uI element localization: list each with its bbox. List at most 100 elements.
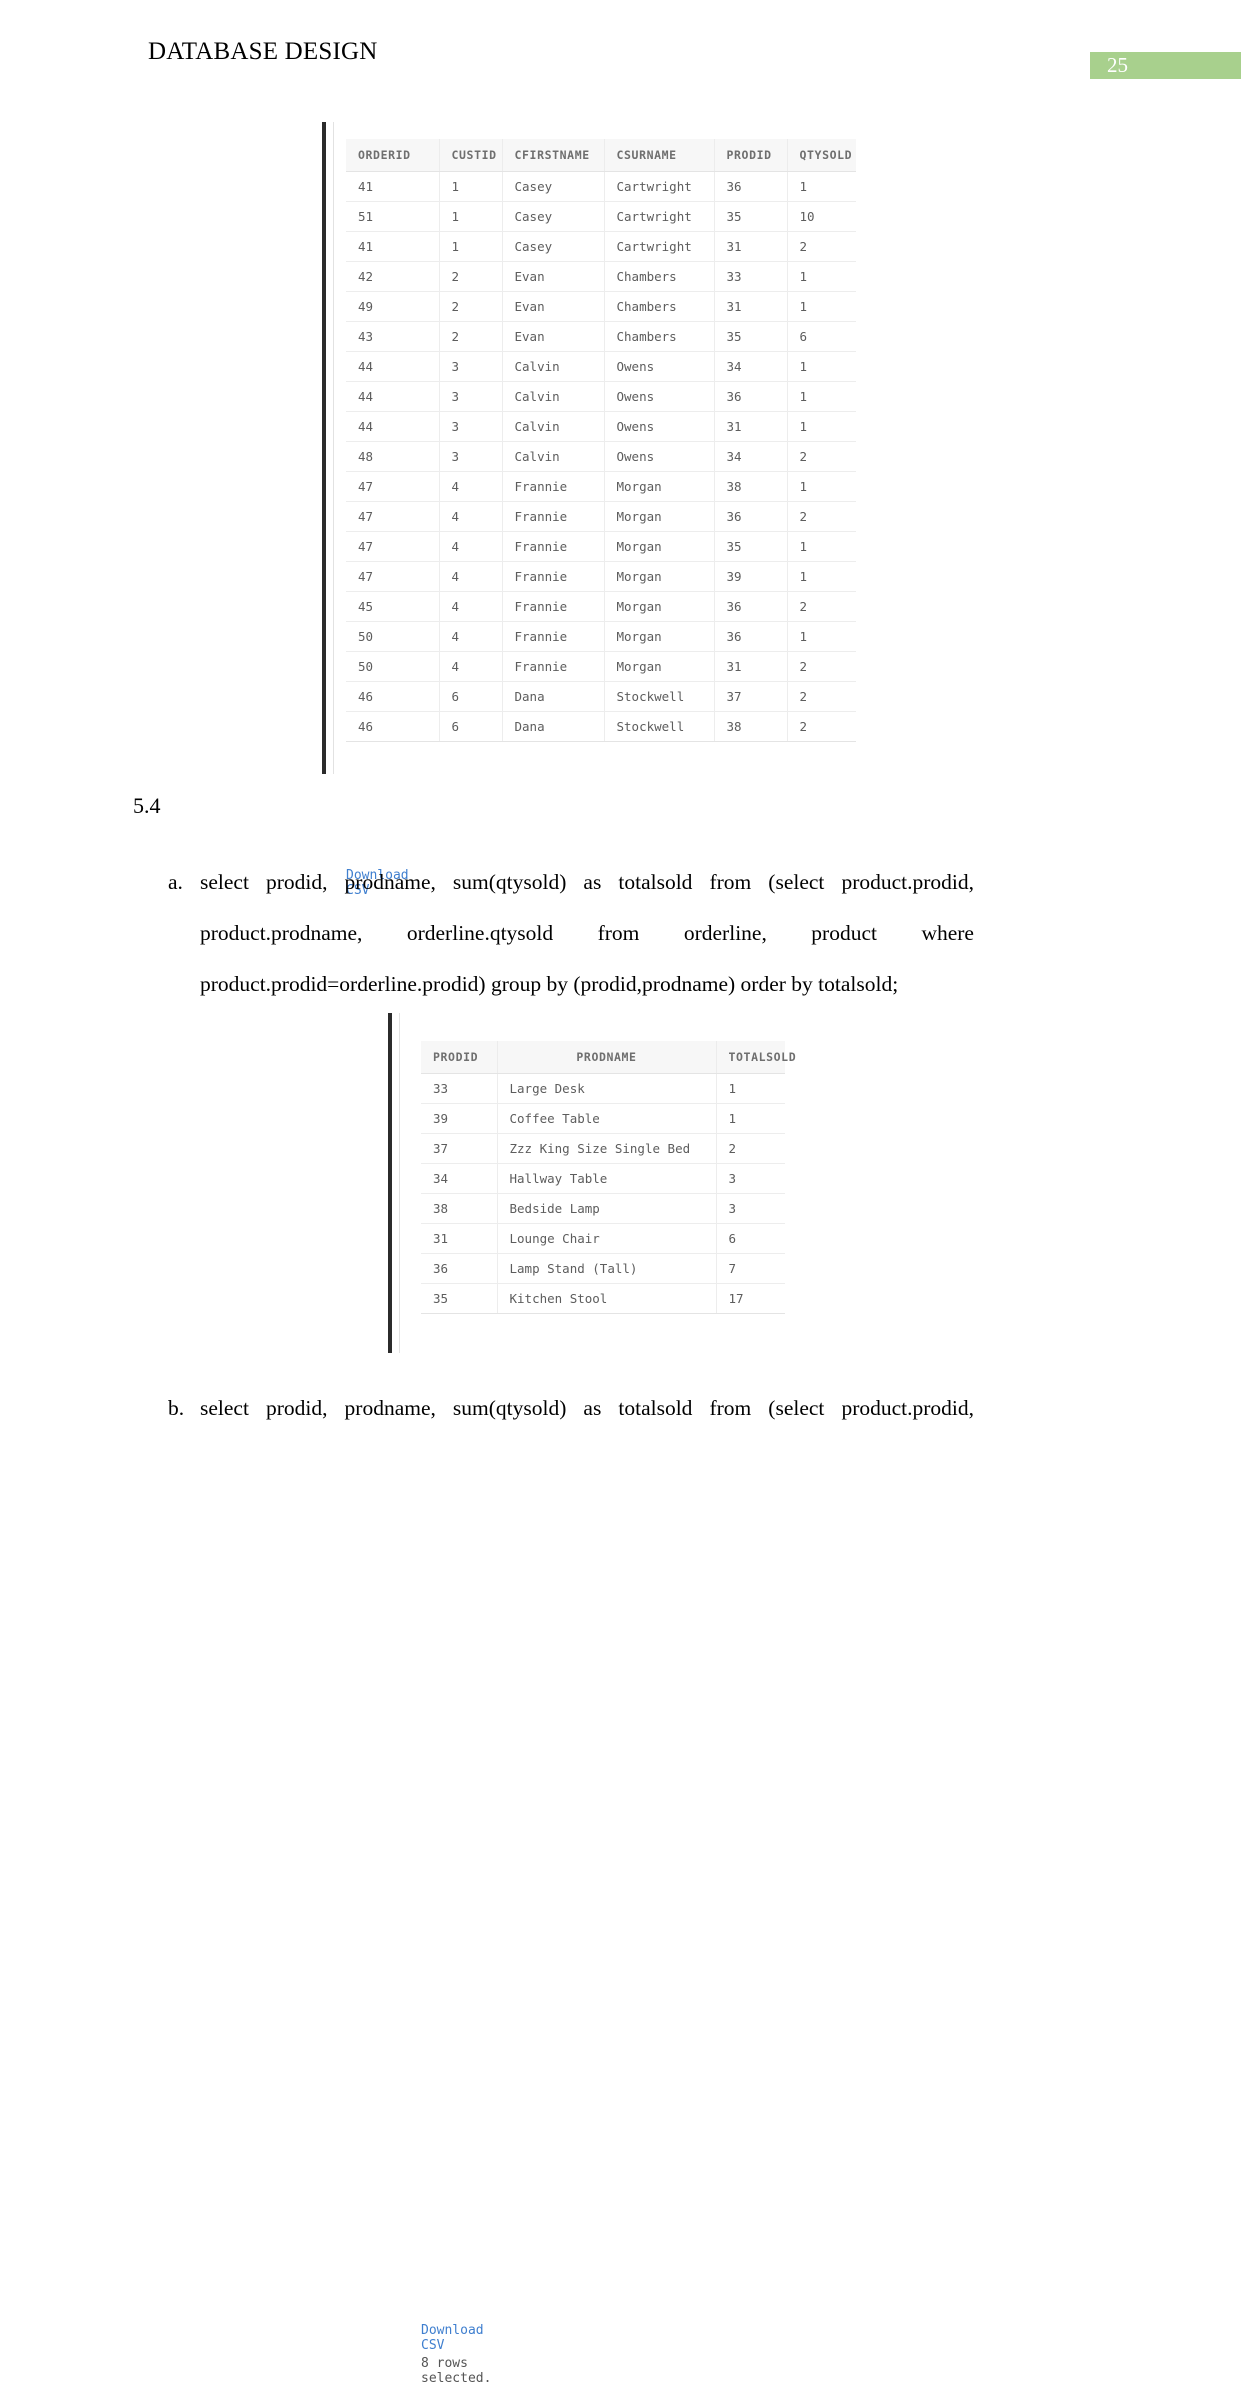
orderline_result-cell: Morgan (604, 591, 715, 622)
orderline_result-cell: Frannie (502, 501, 605, 532)
table-row[interactable]: 36 Lamp Stand (Tall) 7 (421, 1253, 785, 1284)
orderline_result-cell: Frannie (502, 471, 605, 502)
table-row[interactable]: 43 2 Evan Chambers 35 6 (346, 321, 856, 352)
table-row[interactable]: 31 Lounge Chair 6 (421, 1223, 785, 1254)
product_result-cell: 39 (421, 1103, 498, 1134)
query-a-word: where (921, 921, 974, 945)
table-row[interactable]: 37 Zzz King Size Single Bed 2 (421, 1133, 785, 1164)
product_result-cell: Kitchen Stool (497, 1283, 717, 1314)
orderline_result-cell: Calvin (502, 351, 605, 382)
table-row[interactable]: 35 Kitchen Stool 17 (421, 1283, 785, 1314)
column-header-prodname[interactable]: PRODNAME (497, 1041, 717, 1074)
orderline_result-cell: Owens (604, 411, 715, 442)
product_result-cell: 1 (716, 1103, 785, 1134)
table-row[interactable]: 34 Hallway Table 3 (421, 1163, 785, 1194)
column-header-csurname[interactable]: CSURNAME (604, 139, 715, 172)
product_result-cell: 36 (421, 1253, 498, 1284)
orderline_result-cell: Frannie (502, 651, 605, 682)
product-result-table: PRODID PRODNAME TOTALSOLD 33 Large Desk 1 3… (421, 1041, 796, 1314)
column-header-prodid[interactable]: PRODID (421, 1041, 498, 1074)
product_result-cell: 37 (421, 1133, 498, 1164)
orderline_result-cell: Chambers (604, 291, 715, 322)
product_result-cell: Lounge Chair (497, 1223, 717, 1254)
table-row[interactable]: 44 3 Calvin Owens 31 1 (346, 411, 856, 442)
product_result-cell: 2 (716, 1133, 785, 1164)
orderline_result-cell: 2 (787, 711, 856, 742)
table-row[interactable]: 44 3 Calvin Owens 36 1 (346, 381, 856, 412)
orderline_result-cell: Stockwell (604, 681, 715, 712)
orderline_result-cell: 36 (714, 501, 788, 532)
orderline_result-cell: Morgan (604, 561, 715, 592)
page-header: DATABASE DESIGN 25 (0, 38, 1241, 79)
column-header-cfirstname[interactable]: CFIRSTNAME (502, 139, 605, 172)
result-gutter-rail (399, 1013, 400, 1353)
query-a-word: product.prodid, (841, 870, 974, 894)
orderline_result-cell: 2 (439, 291, 503, 322)
orderline_result-cell: 46 (346, 681, 440, 712)
orderline_result-cell: 35 (714, 531, 788, 562)
table-row[interactable]: 47 4 Frannie Morgan 36 2 (346, 501, 856, 532)
query-a-word: product.prodname, (200, 921, 363, 945)
table-row[interactable]: 47 4 Frannie Morgan 35 1 (346, 531, 856, 562)
list-item-query-b: b. select prodid, prodname, sum(qtysold) as t… (168, 1383, 974, 1434)
orderline_result-cell: 3 (439, 351, 503, 382)
orderline_result-cell: Evan (502, 291, 605, 322)
download-csv-link[interactable]: Download CSV (421, 2323, 491, 2353)
table-row[interactable]: 38 Bedside Lamp 3 (421, 1193, 785, 1224)
table-row[interactable]: 45 4 Frannie Morgan 36 2 (346, 591, 856, 622)
orderline_result-cell: 38 (714, 471, 788, 502)
product_result-cell: 38 (421, 1193, 498, 1224)
query-a-word: from (709, 870, 752, 894)
orderline_result-cell: 47 (346, 531, 440, 562)
table-row[interactable]: 44 3 Calvin Owens 34 1 (346, 351, 856, 382)
orderline_result-cell: Owens (604, 381, 715, 412)
orderline_result-cell: 37 (714, 681, 788, 712)
orderline_result-cell: Owens (604, 441, 715, 472)
column-header-orderid[interactable]: ORDERID (346, 139, 440, 172)
table-row[interactable]: 47 4 Frannie Morgan 38 1 (346, 471, 856, 502)
product_result-cell: Lamp Stand (Tall) (497, 1253, 717, 1284)
orderline_result-cell: 34 (714, 351, 788, 382)
table-row[interactable]: 42 2 Evan Chambers 33 1 (346, 261, 856, 292)
query-b-word: prodname, (344, 1396, 436, 1420)
query-a-line-2: product.prodname, orderline.qtysold from or… (200, 908, 974, 959)
column-header-custid[interactable]: CUSTID (439, 139, 503, 172)
table-row[interactable]: 49 2 Evan Chambers 31 1 (346, 291, 856, 322)
orderline_result-cell: 36 (714, 621, 788, 652)
column-header-totalsold[interactable]: TOTALSOLD (716, 1041, 796, 1074)
orderline_result-cell: 34 (714, 441, 788, 472)
orderline_result-cell: Morgan (604, 501, 715, 532)
query-a-word: (select (768, 870, 825, 894)
table-row[interactable]: 39 Coffee Table 1 (421, 1103, 785, 1134)
table-row[interactable]: 47 4 Frannie Morgan 39 1 (346, 561, 856, 592)
table-row[interactable]: 33 Large Desk 1 (421, 1073, 785, 1104)
product_result-cell: Coffee Table (497, 1103, 717, 1134)
table-row[interactable]: 41 1 Casey Cartwright 36 1 (346, 171, 856, 202)
orderline_result-cell: Frannie (502, 591, 605, 622)
orderline_result-cell: 2 (787, 501, 856, 532)
table-row[interactable]: 50 4 Frannie Morgan 31 2 (346, 651, 856, 682)
table-row[interactable]: 41 1 Casey Cartwright 31 2 (346, 231, 856, 262)
list-item-query-a: a. select prodid, prodname, sum(qtysold) as t… (168, 857, 974, 1010)
query-b-line-1: select prodid, prodname, sum(qtysold) as tota… (200, 1383, 974, 1434)
orderline_result-cell: 31 (714, 291, 788, 322)
table-row[interactable]: 51 1 Casey Cartwright 35 10 (346, 201, 856, 232)
orderline_result-cell: 1 (787, 471, 856, 502)
table-row[interactable]: 50 4 Frannie Morgan 36 1 (346, 621, 856, 652)
orderline_result-cell: Frannie (502, 621, 605, 652)
query-b-word: as (583, 1396, 602, 1420)
result-gutter-bar (388, 1013, 392, 1353)
orderline_result-cell: 45 (346, 591, 440, 622)
table-row[interactable]: 48 3 Calvin Owens 34 2 (346, 441, 856, 472)
column-header-prodid[interactable]: PRODID (714, 139, 788, 172)
product_result-cell: 17 (716, 1283, 785, 1314)
orderline_result-cell: 3 (439, 411, 503, 442)
orderline_result-cell: 31 (714, 411, 788, 442)
orderline_result-cell: Calvin (502, 411, 605, 442)
column-header-qtysold[interactable]: QTYSOLD (787, 139, 856, 172)
orderline_result-cell: 1 (787, 291, 856, 322)
table-row[interactable]: 46 6 Dana Stockwell 37 2 (346, 681, 856, 712)
orderline_result-cell: 1 (787, 531, 856, 562)
table-row[interactable]: 46 6 Dana Stockwell 38 2 (346, 711, 856, 742)
orderline_result-cell: 38 (714, 711, 788, 742)
